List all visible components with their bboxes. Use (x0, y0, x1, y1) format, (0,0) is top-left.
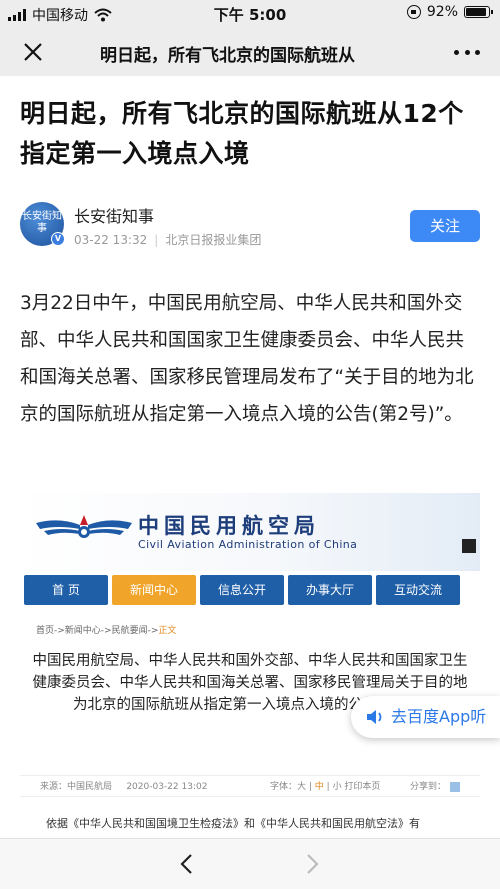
caac-tab-news: 新闻中心 (112, 575, 196, 605)
author-name[interactable]: 长安街知事 (74, 203, 154, 227)
caac-breadcrumb: 首页->新闻中心->民航要闻->正文 (36, 623, 176, 636)
status-bar: 中国移动 下午 5:00 92% (0, 0, 500, 28)
nav-bar: 明日起，所有飞北京的国际航班从 (0, 28, 500, 76)
embed-source: 来源：中国民航局 2020-03-22 13:02 (40, 776, 207, 798)
embed-share: 分享到： (410, 776, 461, 798)
battery-icon (464, 6, 493, 18)
nav-title: 明日起，所有飞北京的国际航班从 (100, 46, 355, 66)
forward-arrow-icon[interactable] (298, 851, 324, 877)
embed-source-text: 来源：中国民航局 (40, 782, 113, 792)
listen-in-app-button[interactable]: 去百度App听 (351, 696, 500, 738)
publish-date: 03-22 13:32 (74, 233, 148, 247)
caac-nav: 首 页 新闻中心 信息公开 办事大厅 互动交流 (20, 575, 480, 605)
follow-button[interactable]: 关注 (410, 210, 480, 242)
more-menu-icon[interactable] (454, 44, 480, 60)
close-icon[interactable] (20, 39, 46, 65)
listen-label: 去百度App听 (391, 707, 487, 726)
share-label: 分享到： (410, 782, 447, 792)
breadcrumb-current: 正文 (158, 626, 177, 636)
caac-header: 中国民用航空局 Civil Aviation Administration of… (20, 493, 480, 571)
back-arrow-icon[interactable] (175, 851, 201, 877)
caac-name-cn: 中国民用航空局 (138, 514, 320, 538)
embed-body-text: 依据《中华人民共和国国境卫生检疫法》和《中华人民共和国民用航空法》有 (46, 817, 420, 830)
caac-tab-services: 办事大厅 (288, 575, 372, 605)
article-image[interactable]: 中国民用航空局 Civil Aviation Administration of… (20, 493, 480, 838)
caac-name-en: Civil Aviation Administration of China (138, 538, 358, 551)
battery-percent: 92% (426, 4, 458, 20)
rotation-lock-icon (406, 5, 421, 19)
font-small-print-label: 小 打印本页 (332, 782, 381, 792)
embed-font-size: 字体：大 | 中 | 小 打印本页 (270, 782, 381, 792)
speaker-icon (367, 710, 382, 724)
avatar-text: 长安街知事 (22, 211, 62, 234)
caac-tab-info: 信息公开 (200, 575, 284, 605)
caac-tab-interact: 互动交流 (376, 575, 460, 605)
share-icon (450, 781, 461, 792)
font-large-label: 字体：大 (270, 782, 307, 792)
meta-divider: | (154, 233, 159, 247)
status-right: 92% (406, 4, 493, 20)
article-title: 明日起，所有飞北京的国际航班从12个指定第一入境点入境 (20, 99, 464, 168)
verified-badge-icon: V (51, 232, 65, 246)
embed-meta-row: 来源：中国民航局 2020-03-22 13:02 字体：大 | 中 | 小 打… (20, 775, 480, 797)
article-meta: 03-22 13:32 | 北京日报报业集团 (74, 231, 261, 248)
font-mid-label: 中 (314, 782, 324, 792)
caac-tab-home: 首 页 (24, 575, 108, 605)
publisher-name: 北京日报报业集团 (165, 233, 262, 247)
embed-date: 2020-03-22 13:02 (126, 782, 208, 792)
embed-corner-block (462, 539, 476, 553)
bottom-nav-bar (0, 838, 500, 889)
author-row: 长安街知事 V 长安街知事 03-22 13:32 | 北京日报报业集团 关注 (20, 202, 480, 252)
breadcrumb-path: 首页->新闻中心->民航要闻-> (36, 626, 159, 636)
caac-wings-logo-icon (36, 515, 132, 538)
article-body: 3月22日中午，中国民用航空局、中华人民共和国外交部、中华人民共和国国家卫生健康… (20, 293, 474, 425)
